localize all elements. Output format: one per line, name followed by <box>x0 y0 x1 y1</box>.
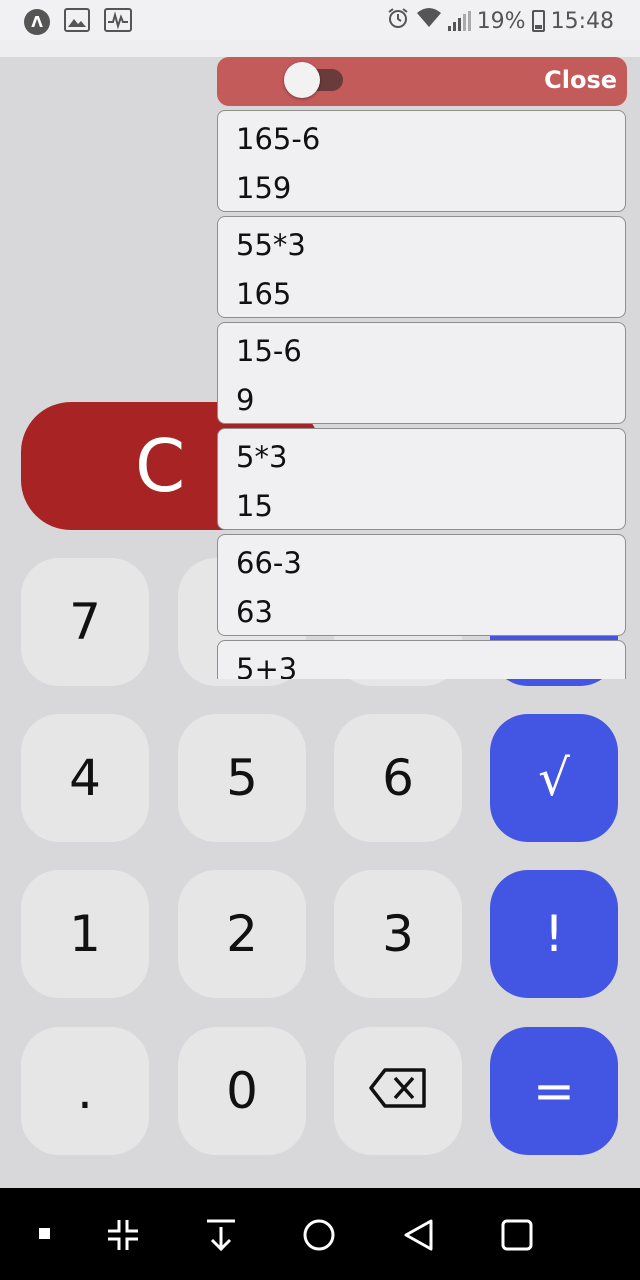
navigation-bar <box>0 1188 640 1280</box>
history-result: 159 <box>236 171 292 205</box>
app-icon: Λ <box>24 9 50 35</box>
backspace-button[interactable] <box>334 1027 462 1155</box>
sqrt-button[interactable]: √ <box>490 714 618 842</box>
backspace-icon <box>369 1062 427 1120</box>
history-item[interactable]: 165-6 159 <box>217 110 626 212</box>
key-4[interactable]: 4 <box>21 714 149 842</box>
back-icon[interactable] <box>402 1218 436 1256</box>
history-expression: 55*3 <box>236 228 306 262</box>
history-header: Close <box>217 57 627 106</box>
battery-icon <box>531 10 545 32</box>
history-result: 9 <box>236 383 255 417</box>
wifi-icon <box>416 7 442 35</box>
history-list: 165-6 159 55*3 165 15-6 9 5*3 15 66-3 63… <box>217 110 627 679</box>
key-7[interactable]: 7 <box>21 558 149 686</box>
square-dot-icon[interactable] <box>38 1226 52 1245</box>
toggle-knob[interactable] <box>284 62 320 98</box>
image-icon <box>64 8 90 36</box>
history-panel: Close 165-6 159 55*3 165 15-6 9 5*3 15 6… <box>217 57 627 679</box>
history-expression: 15-6 <box>236 334 302 368</box>
factorial-button[interactable]: ! <box>490 870 618 998</box>
history-item[interactable]: 55*3 165 <box>217 216 626 318</box>
history-expression: 66-3 <box>236 546 302 580</box>
clock: 15:48 <box>550 8 614 34</box>
home-icon[interactable] <box>302 1218 336 1256</box>
key-2[interactable]: 2 <box>178 870 306 998</box>
history-item[interactable]: 66-3 63 <box>217 534 626 636</box>
alarm-icon <box>386 6 410 36</box>
history-expression: 5*3 <box>236 440 288 474</box>
history-expression: 165-6 <box>236 122 321 156</box>
key-6[interactable]: 6 <box>334 714 462 842</box>
battery-percent: 19% <box>476 8 526 34</box>
close-button[interactable]: Close <box>544 66 617 94</box>
history-result: 63 <box>236 595 273 629</box>
decimal-button[interactable]: . <box>21 1027 149 1155</box>
signal-icon <box>447 11 471 31</box>
key-1[interactable]: 1 <box>21 870 149 998</box>
history-item[interactable]: 5*3 15 <box>217 428 626 530</box>
key-5[interactable]: 5 <box>178 714 306 842</box>
history-expression: 5+3 <box>236 652 298 679</box>
key-3[interactable]: 3 <box>334 870 462 998</box>
equals-button[interactable]: = <box>490 1027 618 1155</box>
display-strip <box>0 40 640 57</box>
history-item[interactable]: 5+3 <box>217 640 626 679</box>
collapse-icon[interactable] <box>106 1218 140 1256</box>
status-bar: Λ 19% 15:48 <box>0 0 640 40</box>
download-icon[interactable] <box>204 1218 238 1256</box>
recents-icon[interactable] <box>500 1218 534 1256</box>
key-0[interactable]: 0 <box>178 1027 306 1155</box>
history-item[interactable]: 15-6 9 <box>217 322 626 424</box>
history-result: 165 <box>236 277 292 311</box>
activity-icon <box>104 8 132 36</box>
history-result: 15 <box>236 489 273 523</box>
